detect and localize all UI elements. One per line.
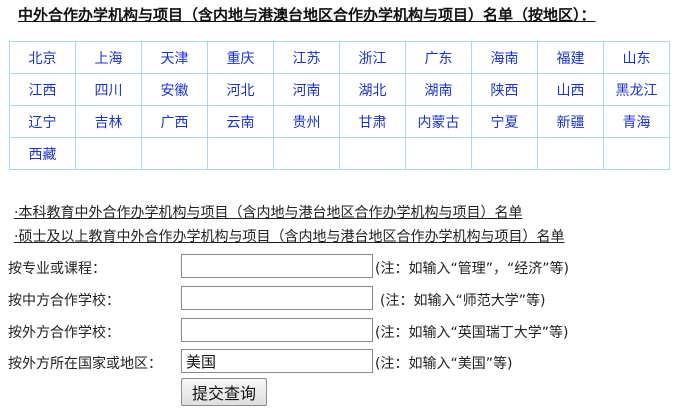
region-link[interactable]: 四川 bbox=[95, 83, 123, 99]
region-cell: 河南 bbox=[273, 73, 340, 106]
region-cell: 湖北 bbox=[339, 73, 406, 106]
region-cell: 辽宁 bbox=[9, 105, 76, 138]
region-link[interactable]: 上海 bbox=[95, 51, 123, 67]
region-link[interactable]: 河南 bbox=[293, 83, 321, 99]
page-title: 中外合作办学机构与项目（含内地与港澳台地区合作办学机构与项目）名单（按地区）： bbox=[18, 6, 596, 24]
major-input[interactable] bbox=[181, 254, 373, 278]
region-link[interactable]: 湖北 bbox=[359, 83, 387, 99]
region-cell: 甘肃 bbox=[339, 105, 406, 138]
region-link[interactable]: 山西 bbox=[557, 83, 585, 99]
region-cell: 江苏 bbox=[273, 41, 340, 74]
region-link[interactable]: 吉林 bbox=[95, 115, 123, 131]
region-cell: 宁夏 bbox=[471, 105, 538, 138]
country-input[interactable] bbox=[181, 349, 373, 373]
region-cell bbox=[537, 137, 604, 170]
region-cell: 陕西 bbox=[471, 73, 538, 106]
region-row: 江西 四川 安徽 河北 河南 湖北 湖南 陕西 山西 黑龙江 bbox=[9, 73, 670, 106]
major-label: 按专业或课程： bbox=[8, 261, 106, 277]
region-link[interactable]: 湖南 bbox=[425, 83, 453, 99]
region-cell: 河北 bbox=[207, 73, 274, 106]
region-link[interactable]: 江西 bbox=[29, 83, 57, 99]
region-row: 北京 上海 天津 重庆 江苏 浙江 广东 海南 福建 山东 bbox=[9, 41, 670, 74]
region-cell bbox=[405, 137, 472, 170]
region-link[interactable]: 陕西 bbox=[491, 83, 519, 99]
country-label: 按外方所在国家或地区： bbox=[8, 356, 162, 372]
region-link[interactable]: 新疆 bbox=[557, 115, 585, 131]
region-cell bbox=[603, 137, 670, 170]
region-link[interactable]: 西藏 bbox=[29, 147, 57, 163]
chinese-school-note: (注：如输入“师范大学”等) bbox=[380, 293, 546, 309]
country-note: (注：如输入“美国”等) bbox=[375, 356, 513, 372]
region-link[interactable]: 青海 bbox=[623, 115, 651, 131]
region-cell: 吉林 bbox=[75, 105, 142, 138]
region-cell: 海南 bbox=[471, 41, 538, 74]
chinese-school-label: 按中方合作学校： bbox=[8, 293, 120, 309]
region-cell bbox=[273, 137, 340, 170]
region-cell: 浙江 bbox=[339, 41, 406, 74]
region-cell: 山西 bbox=[537, 73, 604, 106]
region-cell: 山东 bbox=[603, 41, 670, 74]
region-cell: 广东 bbox=[405, 41, 472, 74]
region-cell bbox=[471, 137, 538, 170]
region-cell: 西藏 bbox=[9, 137, 76, 170]
region-link[interactable]: 黑龙江 bbox=[616, 83, 658, 99]
region-link[interactable]: 河北 bbox=[227, 83, 255, 99]
region-cell: 内蒙古 bbox=[405, 105, 472, 138]
region-cell: 贵州 bbox=[273, 105, 340, 138]
region-link[interactable]: 江苏 bbox=[293, 51, 321, 67]
region-cell: 青海 bbox=[603, 105, 670, 138]
region-cell: 黑龙江 bbox=[603, 73, 670, 106]
region-link[interactable]: 宁夏 bbox=[491, 115, 519, 131]
region-link[interactable]: 山东 bbox=[623, 51, 651, 67]
region-cell: 天津 bbox=[141, 41, 208, 74]
region-link[interactable]: 内蒙古 bbox=[418, 115, 460, 131]
region-link[interactable]: 重庆 bbox=[227, 51, 255, 67]
region-cell: 上海 bbox=[75, 41, 142, 74]
region-cell: 福建 bbox=[537, 41, 604, 74]
undergrad-list-link[interactable]: ·本科教育中外合作办学机构与项目（含内地与港台地区合作办学机构与项目）名单 bbox=[14, 202, 522, 222]
region-link[interactable]: 贵州 bbox=[293, 115, 321, 131]
region-link[interactable]: 浙江 bbox=[359, 51, 387, 67]
region-link[interactable]: 广东 bbox=[425, 51, 453, 67]
graduate-list-link[interactable]: ·硕士及以上教育中外合作办学机构与项目（含内地与港台地区合作办学机构与项目）名单 bbox=[14, 226, 564, 246]
foreign-school-label: 按外方合作学校： bbox=[8, 325, 120, 341]
region-link[interactable]: 云南 bbox=[227, 115, 255, 131]
region-link[interactable]: 广西 bbox=[161, 115, 189, 131]
region-cell: 广西 bbox=[141, 105, 208, 138]
region-table: 北京 上海 天津 重庆 江苏 浙江 广东 海南 福建 山东江西 四川 安徽 河北 河南 湖北 湖南 陕西 山西 黑龙… bbox=[9, 41, 670, 170]
region-link[interactable]: 甘肃 bbox=[359, 115, 387, 131]
region-link[interactable]: 海南 bbox=[491, 51, 519, 67]
region-link[interactable]: 安徽 bbox=[161, 83, 189, 99]
submit-query-button[interactable]: 提交查询 bbox=[181, 378, 267, 406]
region-link[interactable]: 辽宁 bbox=[29, 115, 57, 131]
chinese-school-input[interactable] bbox=[181, 286, 373, 310]
region-cell: 江西 bbox=[9, 73, 76, 106]
region-cell: 云南 bbox=[207, 105, 274, 138]
region-cell: 四川 bbox=[75, 73, 142, 106]
foreign-school-input[interactable] bbox=[181, 318, 373, 342]
region-link[interactable]: 北京 bbox=[29, 51, 57, 67]
region-row: 西藏 bbox=[9, 137, 670, 170]
region-link[interactable]: 福建 bbox=[557, 51, 585, 67]
region-cell bbox=[75, 137, 142, 170]
region-cell bbox=[207, 137, 274, 170]
foreign-school-note: (注：如输入“英国瑞丁大学”等) bbox=[375, 325, 569, 341]
region-cell bbox=[141, 137, 208, 170]
region-cell: 新疆 bbox=[537, 105, 604, 138]
region-link[interactable]: 天津 bbox=[161, 51, 189, 67]
major-note: (注：如输入“管理”，“经济”等) bbox=[375, 261, 569, 277]
region-cell bbox=[339, 137, 406, 170]
region-cell: 安徽 bbox=[141, 73, 208, 106]
region-row: 辽宁 吉林 广西 云南 贵州 甘肃 内蒙古 宁夏 新疆 青海 bbox=[9, 105, 670, 138]
region-cell: 湖南 bbox=[405, 73, 472, 106]
region-cell: 重庆 bbox=[207, 41, 274, 74]
region-cell: 北京 bbox=[9, 41, 76, 74]
